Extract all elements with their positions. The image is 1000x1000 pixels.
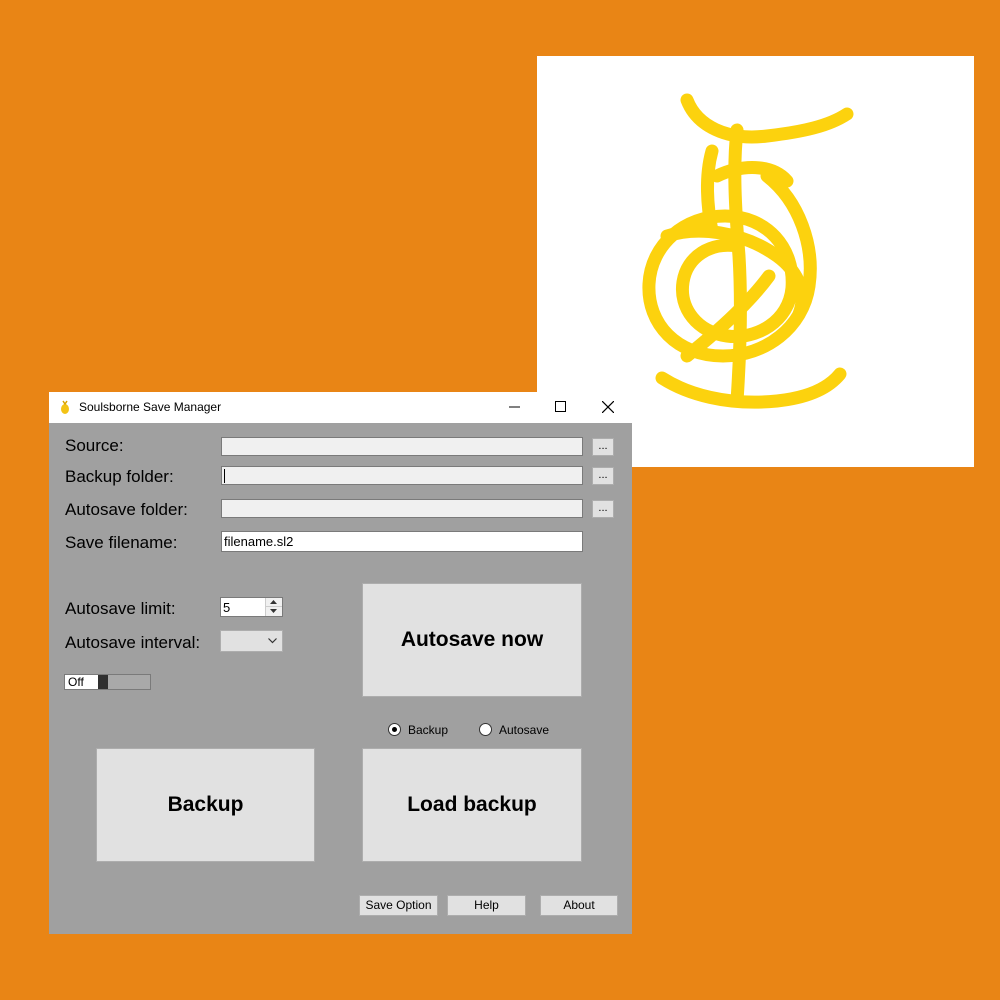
app-window: Soulsborne Save Manager Source: ... Back…	[49, 392, 632, 934]
backup-folder-browse-button[interactable]: ...	[592, 467, 614, 485]
backup-folder-field[interactable]	[221, 466, 583, 485]
help-button[interactable]: Help	[447, 895, 526, 916]
save-option-button[interactable]: Save Option	[359, 895, 438, 916]
autosave-now-button[interactable]: Autosave now	[362, 583, 582, 697]
radio-autosave-label: Autosave	[499, 723, 550, 737]
backup-folder-label: Backup folder:	[65, 467, 174, 486]
chevron-up-icon	[270, 600, 277, 604]
toggle-state-label: Off	[65, 675, 98, 689]
radio-backup-label: Backup	[408, 723, 449, 737]
radio-selected-dot	[392, 727, 397, 732]
minimize-icon	[509, 406, 520, 408]
save-filename-value: filename.sl2	[224, 534, 294, 549]
stepper-up-button[interactable]	[266, 598, 282, 607]
maximize-icon	[555, 401, 566, 412]
autosave-limit-stepper[interactable]: 5	[220, 597, 283, 617]
close-button[interactable]	[586, 392, 632, 423]
radio-autosave-circle[interactable]	[479, 723, 492, 736]
save-filename-field[interactable]: filename.sl2	[221, 531, 583, 552]
autosave-folder-label: Autosave folder:	[65, 500, 188, 519]
autosave-toggle[interactable]: Off	[64, 674, 151, 690]
stepper-buttons	[265, 598, 282, 616]
source-field[interactable]	[221, 437, 583, 456]
autosave-folder-field[interactable]	[221, 499, 583, 518]
window-title: Soulsborne Save Manager	[79, 400, 222, 414]
autosave-interval-label: Autosave interval:	[65, 633, 201, 652]
radio-backup-circle[interactable]	[388, 723, 401, 736]
text-caret	[224, 469, 225, 483]
load-backup-button[interactable]: Load backup	[362, 748, 582, 862]
maximize-button[interactable]	[539, 392, 585, 423]
about-button[interactable]: About	[540, 895, 618, 916]
chevron-down-icon	[270, 609, 277, 613]
title-bar: Soulsborne Save Manager	[49, 392, 632, 423]
minimize-button[interactable]	[493, 392, 539, 423]
autosave-limit-value: 5	[223, 600, 231, 615]
backup-button[interactable]: Backup	[96, 748, 315, 862]
autosave-interval-select[interactable]	[220, 630, 283, 652]
source-label: Source:	[65, 436, 124, 455]
autosave-folder-browse-button[interactable]: ...	[592, 500, 614, 518]
stepper-down-button[interactable]	[266, 607, 282, 616]
source-browse-button[interactable]: ...	[592, 438, 614, 456]
app-icon	[61, 400, 69, 414]
save-filename-label: Save filename:	[65, 533, 178, 552]
toggle-knob	[98, 675, 108, 689]
autosave-limit-label: Autosave limit:	[65, 599, 176, 618]
close-icon	[602, 401, 614, 413]
chevron-down-icon	[268, 638, 277, 644]
